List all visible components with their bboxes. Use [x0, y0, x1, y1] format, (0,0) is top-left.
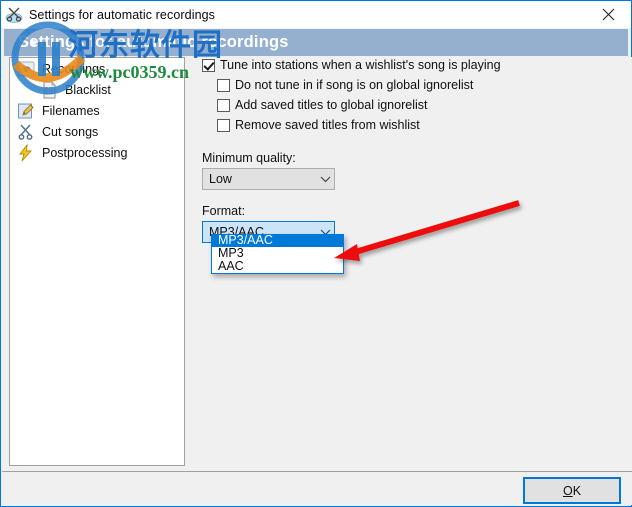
checkbox-label: Add saved titles to global ignorelist [235, 98, 428, 112]
sidebar-item-blacklist[interactable]: Blacklist [10, 79, 184, 100]
sidebar-item-cut-songs[interactable]: Cut songs [10, 121, 184, 142]
settings-tree-panel[interactable]: Recordings Blacklist Filenames Cut songs… [9, 57, 185, 466]
minimum-quality-value: Low [209, 172, 232, 186]
window-title: Settings for automatic recordings [29, 7, 216, 22]
sidebar-item-label: Filenames [42, 103, 100, 118]
settings-content-pane: Tune into stations when a wishlist's son… [202, 57, 624, 274]
checkbox-row-add-saved-titles[interactable]: Add saved titles to global ignorelist [202, 97, 624, 117]
settings-window: Settings for automatic recordings Settin… [0, 0, 632, 507]
chevron-down-icon [317, 175, 334, 183]
scissors-tools-icon [5, 5, 25, 25]
minimum-quality-label: Minimum quality: [202, 151, 296, 165]
dialog-body: Recordings Blacklist Filenames Cut songs… [2, 57, 632, 505]
sidebar-item-label: Recordings [42, 61, 106, 76]
format-label: Format: [202, 204, 246, 218]
checkbox-label: Tune into stations when a wishlist's son… [220, 58, 501, 72]
lightning-bolt-icon [16, 143, 36, 163]
checkbox-do-not-tune-in[interactable] [217, 79, 230, 92]
sidebar-item-label: Blacklist [65, 82, 111, 97]
sidebar-item-recordings[interactable]: Recordings [10, 58, 184, 79]
document-list-icon [39, 80, 59, 100]
checkbox-row-do-not-tune-in[interactable]: Do not tune in if song is on global igno… [202, 77, 624, 97]
format-option-aac[interactable]: AAC [212, 260, 343, 273]
minimum-quality-select[interactable]: Low [202, 168, 335, 190]
checkbox-label: Do not tune in if song is on global igno… [235, 78, 474, 92]
close-icon[interactable] [586, 1, 631, 28]
checkbox-remove-saved-titles[interactable] [217, 119, 230, 132]
checkbox-label: Remove saved titles from wishlist [235, 118, 420, 132]
ok-button-label: K [572, 483, 582, 498]
window-titlebar: Settings for automatic recordings [1, 1, 631, 28]
broadcast-antenna-icon [16, 59, 36, 79]
dialog-header-band: Settings for automatic recordings [4, 29, 628, 56]
checkbox-row-remove-saved-titles[interactable]: Remove saved titles from wishlist [202, 117, 624, 137]
format-dropdown-list[interactable]: MP3/AAC MP3 AAC [211, 234, 344, 274]
scissors-icon [16, 122, 36, 142]
checkbox-row-tune-into-stations[interactable]: Tune into stations when a wishlist's son… [202, 57, 624, 77]
pencil-edit-icon [16, 101, 36, 121]
sidebar-item-label: Postprocessing [42, 145, 128, 160]
sidebar-item-filenames[interactable]: Filenames [10, 100, 184, 121]
sidebar-item-label: Cut songs [42, 124, 99, 139]
footer-separator [2, 471, 632, 472]
sidebar-item-postprocessing[interactable]: Postprocessing [10, 142, 184, 163]
ok-button[interactable]: OK [523, 477, 621, 504]
ok-button-accel: O [562, 483, 573, 498]
checkbox-tune-into-stations[interactable] [202, 59, 215, 72]
checkbox-add-saved-titles[interactable] [217, 99, 230, 112]
dialog-header-title: Settings for automatic recordings [18, 33, 289, 51]
